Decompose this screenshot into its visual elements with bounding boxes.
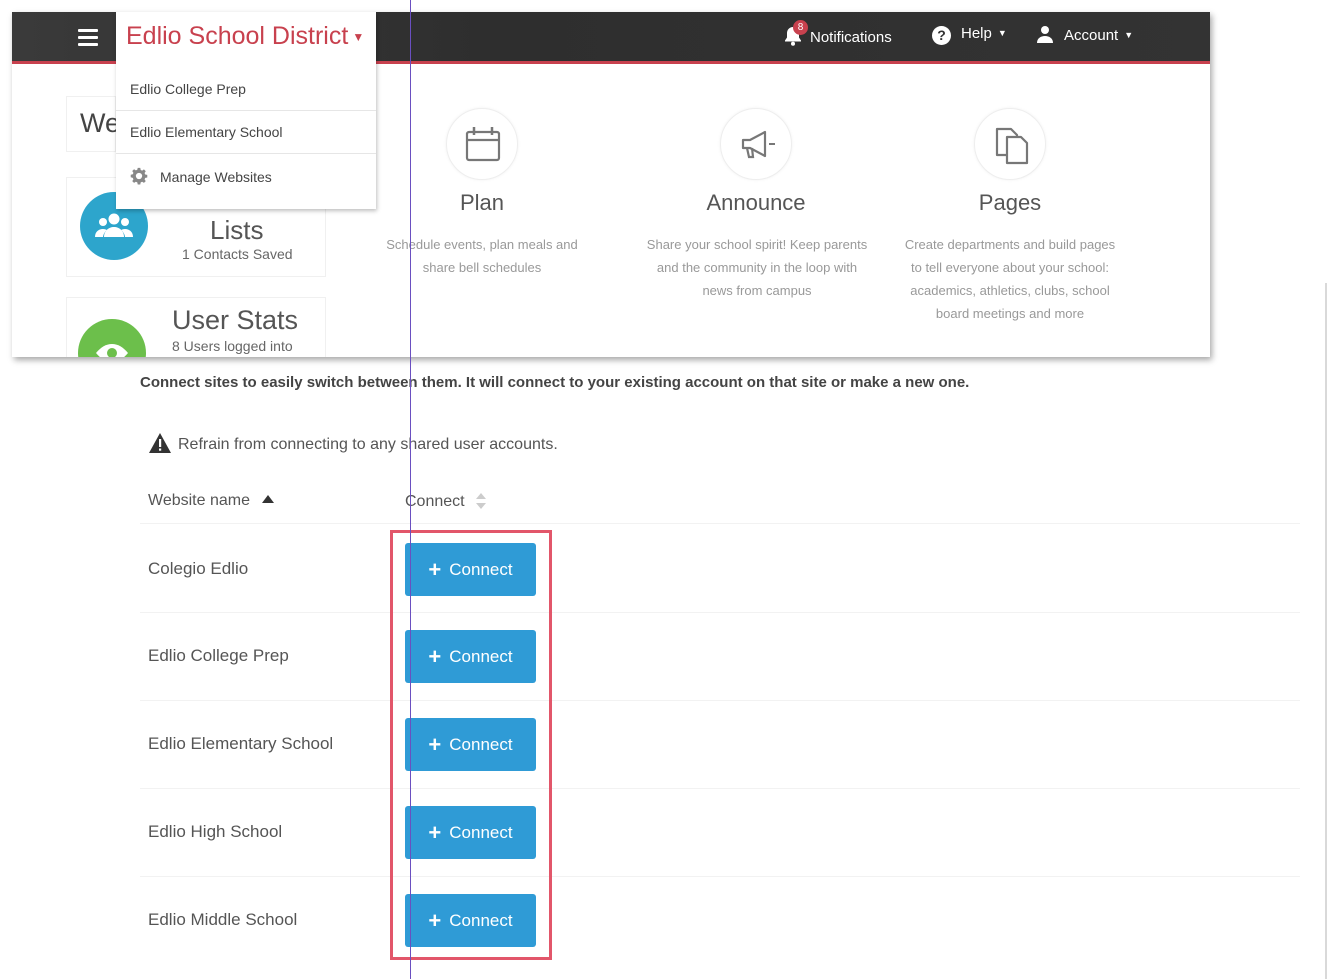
site-name: Colegio Edlio xyxy=(148,559,249,578)
hamburger-menu-icon[interactable] xyxy=(78,29,98,47)
notifications-label: Notifications xyxy=(810,29,892,46)
user-stats-subtitle: 8 Users logged into xyxy=(172,338,293,354)
help-menu[interactable]: ? Help ▼ xyxy=(932,25,1007,45)
welcome-heading: We xyxy=(80,108,121,138)
shared-account-warning: Refrain from connecting to any shared us… xyxy=(148,432,558,454)
warning-text: Refrain from connecting to any shared us… xyxy=(178,436,558,453)
megaphone-icon[interactable] xyxy=(720,108,792,180)
sort-icon xyxy=(475,492,487,510)
plan-title: Plan xyxy=(459,190,505,215)
site-name: Edlio High School xyxy=(148,822,283,841)
announce-description: Share your school spirit! Keep parents a… xyxy=(646,237,868,298)
announce-title: Announce xyxy=(706,190,806,215)
calendar-icon[interactable] xyxy=(446,108,518,180)
user-stats-title: User Stats xyxy=(172,305,299,335)
bell-icon: 8 xyxy=(782,20,808,47)
pages-description: Create departments and build pages to te… xyxy=(904,237,1116,321)
notifications-link[interactable]: 8 Notifications xyxy=(782,20,892,47)
district-switcher[interactable]: Edlio School District ▼ xyxy=(126,22,364,51)
plan-description: Schedule events, plan meals and share be… xyxy=(386,237,578,275)
site-name: Edlio Middle School xyxy=(148,910,298,929)
gear-icon xyxy=(130,167,148,185)
site-name: Edlio Elementary School xyxy=(148,734,334,753)
connect-buttons-highlight xyxy=(390,530,552,960)
contact-lists-count: 1 Contacts Saved xyxy=(182,246,293,262)
column-header-connect[interactable]: Connect xyxy=(405,492,487,511)
manage-websites-item[interactable]: Manage Websites xyxy=(130,167,272,185)
pages-icon[interactable] xyxy=(974,108,1046,180)
district-dropdown-menu: Edlio School District ▼ Edlio College Pre… xyxy=(116,12,376,209)
notification-count-badge: 8 xyxy=(793,20,808,35)
help-label: Help xyxy=(961,25,992,42)
help-icon: ? xyxy=(932,26,951,45)
dashboard-screenshot: 8 Notifications ? Help ▼ Account ▼ Edlio Sc… xyxy=(12,12,1210,357)
caret-down-icon: ▼ xyxy=(997,28,1007,38)
account-label: Account xyxy=(1064,27,1119,44)
page-edge xyxy=(1325,283,1327,979)
caret-down-icon: ▼ xyxy=(352,30,365,45)
connect-intro-text: Connect sites to easily switch between t… xyxy=(140,374,970,391)
column-header-website-name[interactable]: Website name xyxy=(148,492,274,510)
warning-icon xyxy=(148,432,172,454)
pages-title: Pages xyxy=(978,190,1042,215)
user-icon xyxy=(1036,25,1054,43)
sort-ascending-icon xyxy=(261,495,274,503)
district-menu-item[interactable]: Edlio Elementary School xyxy=(130,124,283,140)
district-name: Edlio School District xyxy=(126,22,349,50)
guide-line xyxy=(410,0,411,979)
eye-icon xyxy=(78,319,146,357)
account-menu[interactable]: Account ▼ xyxy=(1036,25,1133,44)
manage-websites-label: Manage Websites xyxy=(160,169,272,185)
caret-down-icon: ▼ xyxy=(1124,30,1134,40)
district-menu-item[interactable]: Edlio College Prep xyxy=(130,81,246,97)
contact-lists-title: Lists xyxy=(210,215,264,245)
site-name: Edlio College Prep xyxy=(148,646,289,665)
